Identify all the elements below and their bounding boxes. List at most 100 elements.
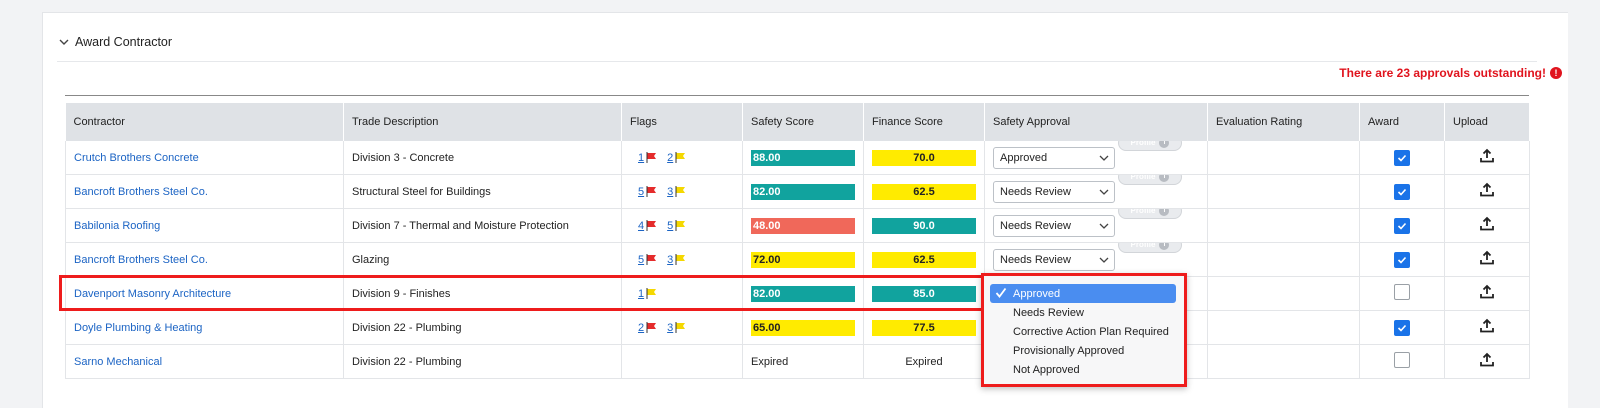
red-flag-icon [646, 152, 657, 163]
finance-score-bar: 70.0 [872, 149, 976, 166]
check-icon [1397, 154, 1407, 162]
table-row: Sarno Mechanical Division 22 - Plumbing Ex… [65, 344, 1530, 379]
red-flag-count[interactable]: 5 [638, 186, 644, 198]
yellow-flag-icon [675, 322, 686, 333]
chevron-down-icon [1099, 189, 1109, 195]
contractor-link[interactable]: Davenport Masonry Architecture [74, 288, 231, 300]
flags-cell: 45 [621, 208, 743, 243]
safety-approval-select[interactable]: Needs Review [993, 214, 1115, 237]
award-checkbox[interactable] [1394, 319, 1410, 336]
safety-approval-select[interactable]: Needs Review [993, 180, 1115, 203]
dropdown-option-label: Not Approved [1013, 363, 1080, 376]
column-header: Contractor [65, 103, 344, 141]
upload-icon[interactable] [1479, 352, 1495, 368]
check-icon [1397, 188, 1407, 196]
contractor-link[interactable]: Bancroft Brothers Steel Co. [74, 254, 208, 266]
award-checkbox[interactable] [1394, 217, 1410, 234]
award-cell [1359, 242, 1445, 277]
profile-button[interactable]: Profile i [1118, 141, 1182, 151]
yellow-flag-count[interactable]: 3 [667, 254, 673, 266]
yellow-flag-group[interactable]: 3 [667, 186, 686, 198]
award-checkbox[interactable] [1394, 284, 1410, 300]
upload-cell [1444, 174, 1530, 209]
upload-icon[interactable] [1479, 284, 1495, 300]
profile-label: Profile [1130, 141, 1156, 147]
upload-icon[interactable] [1479, 182, 1495, 198]
dropdown-option[interactable]: Not Approved [990, 360, 1176, 379]
award-checkbox[interactable] [1394, 251, 1410, 268]
award-checkbox[interactable] [1394, 352, 1410, 368]
red-flag-group[interactable]: 2 [638, 322, 657, 334]
contractor-link[interactable]: Bancroft Brothers Steel Co. [74, 186, 208, 198]
contractor-cell: Bancroft Brothers Steel Co. [65, 242, 344, 277]
upload-icon[interactable] [1479, 318, 1495, 334]
yellow-flag-count[interactable]: 2 [667, 152, 673, 164]
dropdown-option[interactable]: Provisionally Approved [990, 341, 1176, 360]
award-cell [1359, 174, 1445, 209]
finance-score-text: Expired [905, 355, 943, 368]
dropdown-option[interactable]: Approved [990, 284, 1176, 303]
contractor-link[interactable]: Doyle Plumbing & Heating [74, 322, 202, 334]
trade-cell: Division 22 - Plumbing [343, 344, 622, 379]
profile-button[interactable]: Profile i [1118, 208, 1182, 219]
contractor-link[interactable]: Sarno Mechanical [74, 356, 162, 368]
finance-score-bar: 62.5 [872, 251, 976, 268]
safety-approval-cell: Approved Profile i [984, 141, 1208, 175]
red-flag-group[interactable]: 5 [638, 186, 657, 198]
section-header[interactable]: Award Contractor [57, 23, 1537, 62]
contractor-link[interactable]: Babilonia Roofing [74, 220, 160, 232]
red-flag-group[interactable]: 4 [638, 220, 657, 232]
contractor-link[interactable]: Crutch Brothers Concrete [74, 152, 199, 164]
award-checkbox[interactable] [1394, 183, 1410, 200]
profile-button[interactable]: Profile i [1118, 242, 1182, 253]
award-cell [1359, 310, 1445, 345]
red-flag-icon [646, 220, 657, 231]
red-flag-count[interactable]: 1 [638, 152, 644, 164]
profile-button[interactable]: Profile i [1118, 174, 1182, 185]
yellow-flag-group[interactable]: 5 [667, 220, 686, 232]
safety-score-bar: 65.00 [751, 319, 855, 336]
safety-approval-select[interactable]: Needs Review [993, 248, 1115, 271]
flags-cell [621, 344, 743, 379]
yellow-flag-group[interactable]: 2 [667, 152, 686, 164]
red-flag-icon [646, 254, 657, 265]
evaluation-rating-cell [1207, 174, 1360, 209]
upload-icon[interactable] [1479, 250, 1495, 266]
dropdown-option[interactable]: Needs Review [990, 303, 1176, 322]
chevron-down-icon [1099, 155, 1109, 161]
yellow-flag-count[interactable]: 3 [667, 186, 673, 198]
safety-approval-select[interactable]: Approved [993, 146, 1115, 169]
safety-score-bar: 82.00 [751, 183, 855, 200]
yellow-flag-icon [646, 288, 657, 299]
column-header: Finance Score [863, 103, 985, 141]
yellow-flag-group[interactable]: 3 [667, 322, 686, 334]
red-flag-count[interactable]: 4 [638, 220, 644, 232]
trade-cell: Glazing [343, 242, 622, 277]
red-flag-group[interactable]: 1 [638, 152, 657, 164]
check-icon [995, 287, 1007, 298]
finance-score-bar: 77.5 [872, 319, 976, 336]
upload-icon[interactable] [1479, 216, 1495, 232]
upload-icon[interactable] [1479, 148, 1495, 164]
yellow-flag-count[interactable]: 5 [667, 220, 673, 232]
flags-cell: 53 [621, 242, 743, 277]
finance-score-cell: 70.0 [863, 141, 985, 175]
yellow-flag-count[interactable]: 1 [638, 288, 644, 300]
safety-approval-dropdown[interactable]: Approved Needs Review Corrective Action Pl… [981, 273, 1187, 387]
award-checkbox[interactable] [1394, 149, 1410, 166]
dropdown-option[interactable]: Corrective Action Plan Required [990, 322, 1176, 341]
chevron-down-icon[interactable] [57, 35, 71, 49]
red-flag-group[interactable]: 5 [638, 254, 657, 266]
red-flag-count[interactable]: 5 [638, 254, 644, 266]
safety-score-text: Expired [751, 355, 789, 368]
yellow-flag-group[interactable]: 1 [638, 288, 657, 300]
yellow-flag-group[interactable]: 3 [667, 254, 686, 266]
table-header-row: Contractor Trade Description Flags Safety S… [65, 103, 1530, 141]
safety-approval-cell: Needs Review Profile i [984, 208, 1208, 243]
yellow-flag-count[interactable]: 3 [667, 322, 673, 334]
upload-cell [1444, 276, 1530, 311]
red-flag-count[interactable]: 2 [638, 322, 644, 334]
safety-score-cell: 82.00 [742, 174, 864, 209]
safety-score-cell: 65.00 [742, 310, 864, 345]
info-icon: i [1159, 208, 1170, 216]
